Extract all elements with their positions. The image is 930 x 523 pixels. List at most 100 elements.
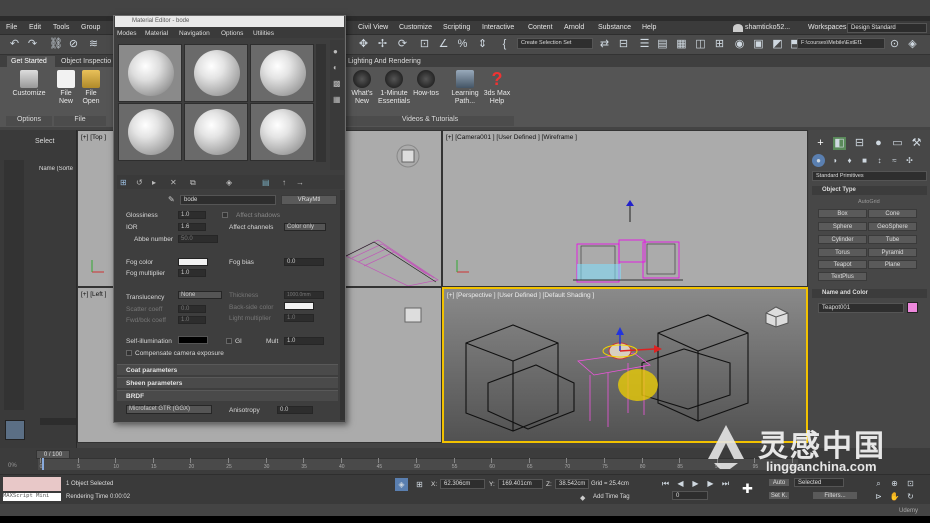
teapot-button[interactable]: Teapot xyxy=(818,260,867,269)
translucency-dropdown[interactable]: None xyxy=(178,291,222,299)
put-to-scene-icon[interactable]: ↺ xyxy=(136,178,143,187)
mult-spinner[interactable]: 1.0 xyxy=(284,337,324,345)
project-path-field[interactable]: F:\courses\Mebile\ExtEf1 xyxy=(797,38,885,49)
geometry-icon[interactable]: ● xyxy=(812,154,825,167)
object-type-rollout[interactable]: Object Type xyxy=(812,186,927,195)
angle-snap-icon[interactable]: ∠ xyxy=(437,38,450,51)
material-slot-6[interactable] xyxy=(250,103,314,161)
how-tos-button[interactable]: How-tos xyxy=(411,70,441,98)
menu-tools[interactable]: Tools xyxy=(53,24,69,31)
thickness-spinner[interactable]: 1000.0mm xyxy=(284,291,324,299)
autogrid-label[interactable]: AutoGrid xyxy=(858,199,880,205)
menu-navigation[interactable]: Navigation xyxy=(179,30,210,37)
hierarchy-tab-icon[interactable]: ⊟ xyxy=(853,137,866,150)
current-frame-marker[interactable] xyxy=(42,458,44,470)
learning-path-button[interactable]: Learning Path... xyxy=(450,70,480,106)
compensate-camera-checkbox[interactable] xyxy=(126,350,132,356)
menu-group[interactable]: Group xyxy=(81,24,100,31)
customize-button[interactable]: Customize xyxy=(8,70,50,98)
create-tab-icon[interactable]: + xyxy=(814,137,827,150)
group-file-label[interactable]: File xyxy=(54,116,106,126)
viewport-perspective-label[interactable]: [+] [Perspective ] [User Defined ] [Defa… xyxy=(447,292,594,299)
object-name-field[interactable]: Teapot001 xyxy=(818,303,904,313)
motion-tab-icon[interactable]: ● xyxy=(872,137,885,150)
menu-content[interactable]: Content xyxy=(528,24,553,31)
undo-icon[interactable]: ↶ xyxy=(8,38,21,51)
set-key-button[interactable]: Set K. xyxy=(768,491,790,500)
one-minute-essentials-button[interactable]: 1-Minute Essentials xyxy=(377,70,411,106)
tab-object-inspection[interactable]: Object Inspectio xyxy=(58,56,116,67)
viewport-layout-icon[interactable] xyxy=(5,420,25,440)
material-id-icon[interactable]: ◈ xyxy=(226,178,232,187)
anisotropy-spinner[interactable]: 0.0 xyxy=(277,406,313,414)
selection-lock-icon[interactable]: ⊞ xyxy=(413,478,426,491)
material-slot-4[interactable] xyxy=(118,103,182,161)
viewport-camera[interactable]: [+] [Camera001 ] [User Defined ] [Wirefr… xyxy=(442,130,808,287)
max-help-button[interactable]: ? 3ds Max Help xyxy=(482,70,512,106)
render-setup-icon[interactable]: ▣ xyxy=(752,38,765,51)
show-in-viewport-icon[interactable]: ▤ xyxy=(262,178,270,187)
render-iterative-icon[interactable]: ◈ xyxy=(906,38,919,51)
copy-material-icon[interactable]: ⧉ xyxy=(190,178,196,188)
sphere-button[interactable]: Sphere xyxy=(818,222,867,231)
prev-frame-icon[interactable]: ◀ xyxy=(674,477,687,490)
lights-icon[interactable]: ♦ xyxy=(843,154,856,167)
object-color-swatch[interactable] xyxy=(907,302,918,313)
textplus-button[interactable]: TextPlus xyxy=(818,272,867,281)
rendered-frame-icon[interactable]: ◩ xyxy=(771,38,784,51)
background-icon[interactable]: ▩ xyxy=(333,79,341,88)
param-scrollbar[interactable] xyxy=(340,190,345,420)
plane-button[interactable]: Plane xyxy=(868,260,917,269)
modify-tab-icon[interactable]: ◧ xyxy=(833,137,846,150)
display-tab-icon[interactable]: ▭ xyxy=(891,137,904,150)
material-slot-3[interactable] xyxy=(250,44,314,102)
link-icon[interactable]: ⛓ xyxy=(49,38,63,51)
material-slot-2[interactable] xyxy=(184,44,248,102)
tab-get-started[interactable]: Get Started xyxy=(7,56,55,67)
fog-multiplier-spinner[interactable]: 1.0 xyxy=(178,269,206,277)
cylinder-button[interactable]: Cylinder xyxy=(818,235,867,244)
menu-civil-view[interactable]: Civil View xyxy=(358,24,388,31)
utilities-tab-icon[interactable]: ⚒ xyxy=(910,137,923,150)
menu-file[interactable]: File xyxy=(6,24,17,31)
gi-checkbox[interactable] xyxy=(226,338,232,344)
menu-utilities[interactable]: Utilities xyxy=(253,30,274,37)
geosphere-button[interactable]: GeoSphere xyxy=(868,222,917,231)
space-warps-icon[interactable]: ≈ xyxy=(888,154,901,167)
material-name-field[interactable]: bode xyxy=(180,195,276,205)
schematic-view-icon[interactable]: ⊞ xyxy=(713,38,726,51)
toggle-ribbon-icon[interactable]: ▦ xyxy=(675,38,688,51)
eyedropper-icon[interactable]: ✎ xyxy=(168,195,175,204)
assign-material-icon[interactable]: ▸ xyxy=(152,178,156,187)
time-tag-icon[interactable]: ◆ xyxy=(580,494,585,502)
fwd-bck-coeff-spinner[interactable]: 1.0 xyxy=(178,316,206,324)
brdf-rollout[interactable]: BRDF xyxy=(117,390,338,401)
material-slot-5[interactable] xyxy=(184,103,248,161)
pyramid-button[interactable]: Pyramid xyxy=(868,248,917,257)
name-color-rollout[interactable]: Name and Color xyxy=(812,289,927,298)
name-column-header[interactable]: Name (Sorte xyxy=(39,166,75,172)
viewport-camera-label[interactable]: [+] [Camera001 ] [User Defined ] [Wirefr… xyxy=(446,134,577,141)
move-icon[interactable]: ✢ xyxy=(376,38,389,51)
group-videos-label[interactable]: Videos & Tutorials xyxy=(346,116,514,126)
back-side-color-swatch[interactable] xyxy=(284,302,314,310)
workspace-dropdown[interactable]: Design Standard xyxy=(847,23,927,33)
key-filters-button[interactable]: Filters... xyxy=(812,491,858,500)
go-forward-icon[interactable]: → xyxy=(296,178,304,187)
toggle-scene-explorer-icon[interactable]: ☰ xyxy=(638,38,651,51)
viewcube-left-icon[interactable] xyxy=(403,306,423,324)
isolate-selection-icon[interactable]: ◈ xyxy=(395,478,408,491)
current-frame-field[interactable]: 0 xyxy=(672,491,708,500)
glossiness-spinner[interactable]: 1.0 xyxy=(178,211,206,219)
viewcube-perspective-icon[interactable] xyxy=(760,303,792,329)
torus-button[interactable]: Torus xyxy=(818,248,867,257)
tab-lighting-rendering[interactable]: Lighting And Rendering xyxy=(346,56,446,67)
material-slot-1[interactable] xyxy=(118,44,182,102)
shapes-icon[interactable]: ◑ xyxy=(828,154,841,167)
select-move-icon[interactable]: ✥ xyxy=(357,38,370,51)
viewcube-top-icon[interactable] xyxy=(395,143,421,169)
backlight-icon[interactable]: ◐ xyxy=(333,63,338,72)
material-editor-icon[interactable]: ◉ xyxy=(733,38,746,51)
affect-channels-dropdown[interactable]: Color only xyxy=(284,223,326,231)
menu-modes[interactable]: Modes xyxy=(117,30,137,37)
